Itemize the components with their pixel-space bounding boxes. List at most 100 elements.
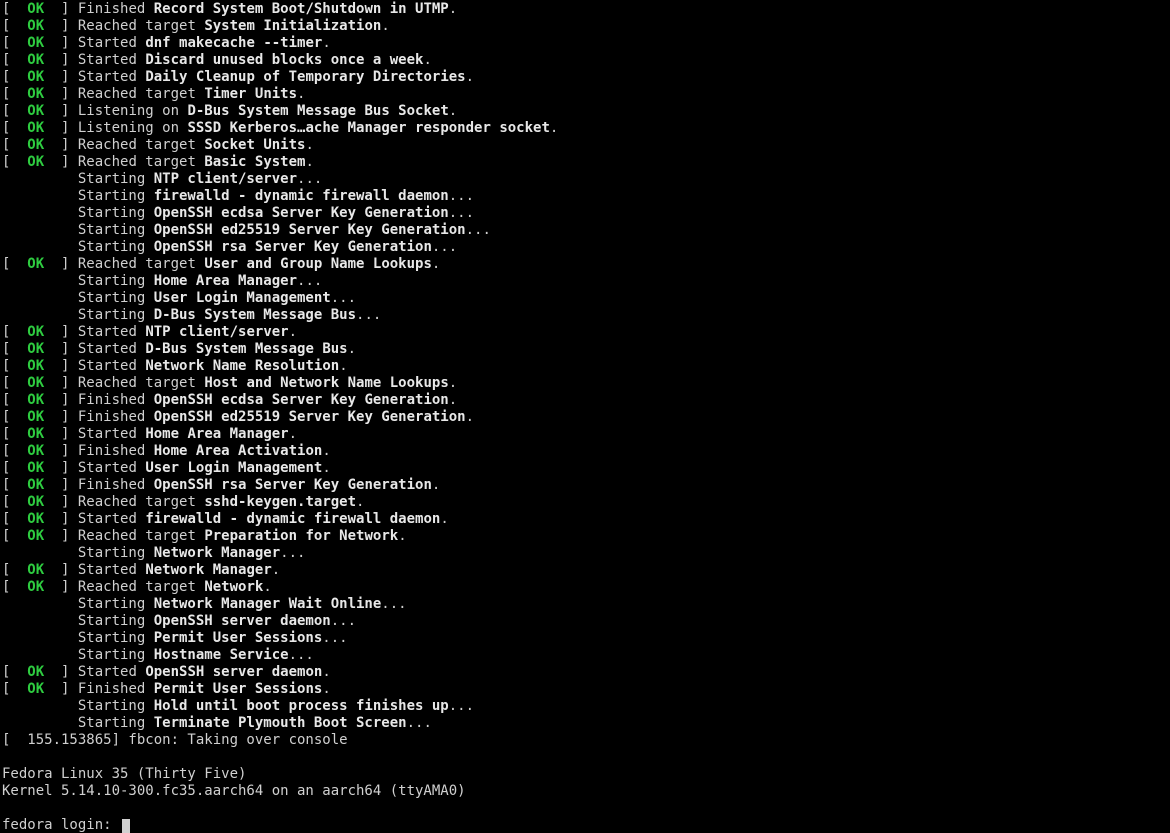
login-prompt-line[interactable]: fedora login: bbox=[2, 817, 1168, 833]
subject-text: D-Bus System Message Bus bbox=[154, 307, 356, 323]
status-ok: OK bbox=[27, 341, 44, 357]
boot-line: [ OK ] Reached target Network. bbox=[2, 579, 1168, 596]
boot-line: [ OK ] Started Daily Cleanup of Temporar… bbox=[2, 69, 1168, 86]
bracket-close: ] bbox=[44, 69, 78, 85]
trailer: . bbox=[305, 154, 313, 170]
subject-text: Discard unused blocks once a week bbox=[145, 52, 423, 68]
status-ok: OK bbox=[27, 562, 44, 578]
subject-text: Home Area Manager bbox=[154, 273, 297, 289]
trailer: . bbox=[381, 18, 389, 34]
status-ok: OK bbox=[27, 18, 44, 34]
action-text: Listening on bbox=[78, 120, 188, 136]
trailer: . bbox=[432, 256, 440, 272]
trailer: . bbox=[449, 1, 457, 17]
subject-text: NTP client/server bbox=[145, 324, 288, 340]
subject-text: Hold until boot process finishes up bbox=[154, 698, 449, 714]
status-ok: OK bbox=[27, 52, 44, 68]
trailer: . bbox=[322, 443, 330, 459]
trailer: . bbox=[449, 103, 457, 119]
trailer: . bbox=[297, 86, 305, 102]
trailer: . bbox=[356, 494, 364, 510]
boot-line: Starting firewalld - dynamic firewall da… bbox=[2, 188, 1168, 205]
action-text: Started bbox=[78, 341, 145, 357]
bracket-open: [ bbox=[2, 375, 27, 391]
bracket-close: ] bbox=[44, 256, 78, 272]
subject-text: User Login Management bbox=[145, 460, 322, 476]
subject-text: dnf makecache --timer bbox=[145, 35, 322, 51]
boot-line: [ OK ] Finished OpenSSH rsa Server Key G… bbox=[2, 477, 1168, 494]
action-text: Starting bbox=[78, 613, 154, 629]
subject-text: OpenSSH rsa Server Key Generation bbox=[154, 239, 432, 255]
status-ok: OK bbox=[27, 443, 44, 459]
bracket-close: ] bbox=[44, 528, 78, 544]
status-ok: OK bbox=[27, 256, 44, 272]
status-ok: OK bbox=[27, 579, 44, 595]
trailer: . bbox=[339, 358, 347, 374]
subject-text: SSSD Kerberos…ache Manager responder soc… bbox=[187, 120, 549, 136]
indent bbox=[2, 647, 78, 663]
boot-line: Starting OpenSSH ed25519 Server Key Gene… bbox=[2, 222, 1168, 239]
bracket-open: [ bbox=[2, 681, 27, 697]
bracket-close: ] bbox=[44, 681, 78, 697]
bracket-close: ] bbox=[44, 86, 78, 102]
status-ok: OK bbox=[27, 528, 44, 544]
cursor-icon[interactable] bbox=[122, 819, 130, 833]
subject-text: Record System Boot/Shutdown in UTMP bbox=[154, 1, 449, 17]
bracket-open: [ bbox=[2, 103, 27, 119]
boot-line: [ OK ] Started User Login Management. bbox=[2, 460, 1168, 477]
distro-line: Fedora Linux 35 (Thirty Five) bbox=[2, 766, 246, 782]
action-text: Started bbox=[78, 664, 145, 680]
action-text: Starting bbox=[78, 647, 154, 663]
status-ok: OK bbox=[27, 35, 44, 51]
trailer: . bbox=[440, 511, 448, 527]
bracket-open: [ bbox=[2, 52, 27, 68]
trailer: ... bbox=[356, 307, 381, 323]
trailer: . bbox=[466, 69, 474, 85]
bracket-close: ] bbox=[44, 392, 78, 408]
bracket-open: [ bbox=[2, 137, 27, 153]
subject-text: D-Bus System Message Bus bbox=[145, 341, 347, 357]
subject-text: Hostname Service bbox=[154, 647, 289, 663]
indent bbox=[2, 205, 78, 221]
status-ok: OK bbox=[27, 86, 44, 102]
subject-text: User Login Management bbox=[154, 290, 331, 306]
trailer: ... bbox=[381, 596, 406, 612]
subject-text: Preparation for Network bbox=[204, 528, 398, 544]
trailer: . bbox=[322, 460, 330, 476]
status-ok: OK bbox=[27, 375, 44, 391]
bracket-close: ] bbox=[44, 35, 78, 51]
bracket-open: [ bbox=[2, 460, 27, 476]
subject-text: OpenSSH rsa Server Key Generation bbox=[154, 477, 432, 493]
bracket-close: ] bbox=[44, 154, 78, 170]
subject-text: D-Bus System Message Bus Socket bbox=[187, 103, 448, 119]
action-text: Started bbox=[78, 426, 145, 442]
trailer: . bbox=[432, 477, 440, 493]
subject-text: OpenSSH ed25519 Server Key Generation bbox=[154, 222, 466, 238]
bracket-open: [ bbox=[2, 324, 27, 340]
action-text: Reached target bbox=[78, 86, 204, 102]
status-ok: OK bbox=[27, 494, 44, 510]
action-text: Reached target bbox=[78, 256, 204, 272]
action-text: Starting bbox=[78, 698, 154, 714]
boot-line: [ OK ] Started Discard unused blocks onc… bbox=[2, 52, 1168, 69]
kernel-line: Kernel 5.14.10-300.fc35.aarch64 on an aa… bbox=[2, 783, 466, 799]
action-text: Starting bbox=[78, 171, 154, 187]
trailer: . bbox=[289, 426, 297, 442]
trailer: . bbox=[449, 392, 457, 408]
subject-text: Timer Units bbox=[204, 86, 297, 102]
boot-line: [ OK ] Reached target System Initializat… bbox=[2, 18, 1168, 35]
subject-text: sshd-keygen.target bbox=[204, 494, 356, 510]
boot-line: Starting Hold until boot process finishe… bbox=[2, 698, 1168, 715]
boot-line: [ OK ] Finished Home Area Activation. bbox=[2, 443, 1168, 460]
boot-line: [ OK ] Started Network Manager. bbox=[2, 562, 1168, 579]
boot-line: [ OK ] Started NTP client/server. bbox=[2, 324, 1168, 341]
status-ok: OK bbox=[27, 1, 44, 17]
trailer: . bbox=[348, 341, 356, 357]
bracket-open: [ bbox=[2, 494, 27, 510]
boot-line: [ OK ] Finished OpenSSH ecdsa Server Key… bbox=[2, 392, 1168, 409]
action-text: Starting bbox=[78, 273, 154, 289]
trailer: . bbox=[322, 681, 330, 697]
action-text: Starting bbox=[78, 630, 154, 646]
boot-line bbox=[2, 800, 1168, 817]
boot-line: Starting Home Area Manager... bbox=[2, 273, 1168, 290]
